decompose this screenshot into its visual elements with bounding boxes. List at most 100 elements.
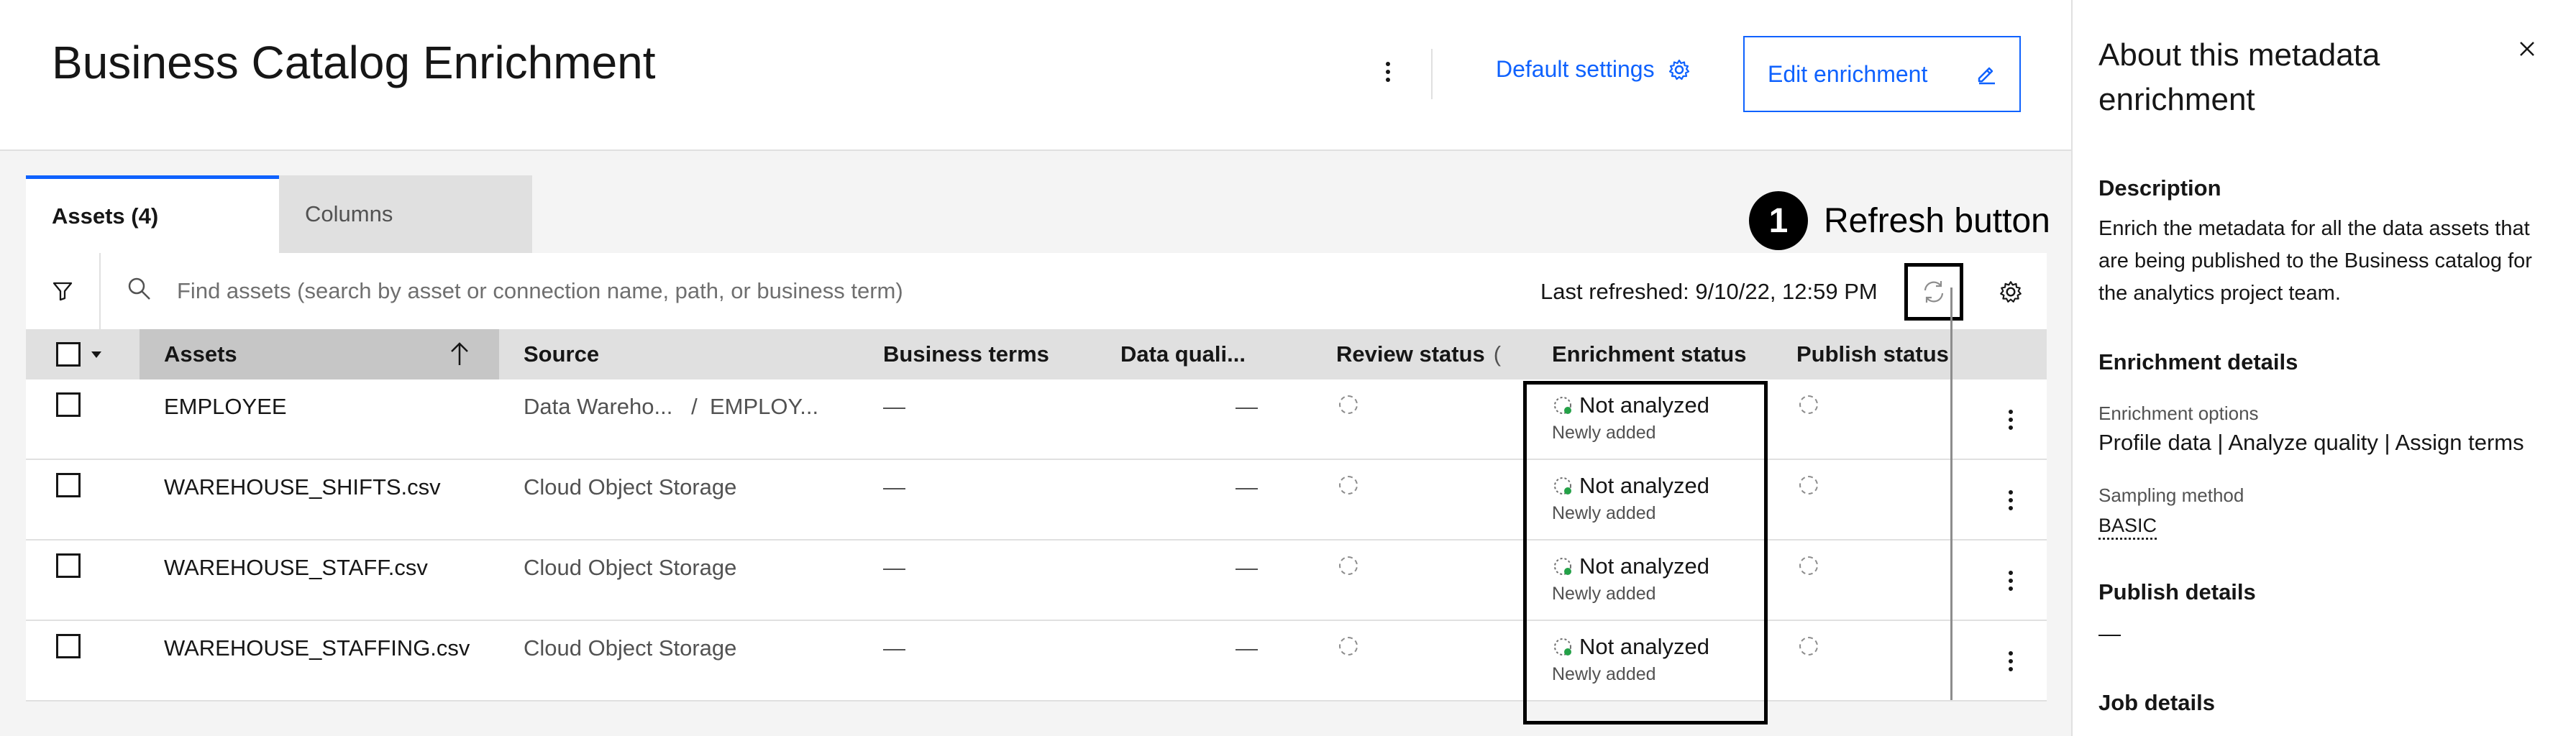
pending-icon — [1554, 397, 1571, 414]
column-header-assets-label: Assets — [164, 341, 237, 367]
enrichment-status: Not analyzed Newly added — [1552, 392, 1709, 443]
overflow-menu-icon — [2009, 410, 2013, 430]
data-quality-value: — — [1236, 394, 1258, 419]
last-refreshed-text: Last refreshed: 9/10/22, 12:59 PM — [1540, 279, 1878, 304]
column-header-source[interactable]: Source — [524, 329, 833, 380]
column-header-publish-status[interactable]: Publish status — [1796, 329, 1976, 380]
asset-source: Cloud Object Storage — [524, 555, 737, 580]
table-settings-button[interactable] — [1991, 272, 2031, 312]
enrichment-options-label: Enrichment options — [2098, 402, 2259, 424]
asset-source: Data Wareho... / EMPLOY... — [524, 394, 819, 419]
asset-source: Cloud Object Storage — [524, 474, 737, 500]
review-status-pending-icon — [1339, 476, 1358, 494]
table-scrollbar[interactable] — [1950, 288, 1952, 700]
row-checkbox[interactable] — [56, 553, 81, 578]
column-header-business-terms[interactable]: Business terms — [883, 329, 1106, 380]
panel-description: Enrich the metadata for all the data ass… — [2098, 217, 2532, 305]
row-overflow-button[interactable] — [1989, 479, 2032, 522]
column-header-data-quality[interactable]: Data quali... — [1120, 329, 1257, 380]
business-terms-value: — — [883, 474, 905, 500]
overflow-menu-icon — [2009, 490, 2013, 510]
enrichment-status-sub: Newly added — [1552, 664, 1656, 684]
assets-table: Assets Source Business terms Data quali.… — [26, 329, 2047, 702]
row-checkbox[interactable] — [56, 634, 81, 658]
enrichment-status: Not analyzed Newly added — [1552, 553, 1709, 604]
about-panel: About this metadata enrichment Descripti… — [2071, 0, 2576, 736]
pending-icon — [1554, 558, 1571, 575]
panel-publish-details-heading: Publish details — [2098, 579, 2256, 604]
row-overflow-button[interactable] — [1989, 398, 2032, 441]
enrichment-status-sub: Newly added — [1552, 584, 1656, 604]
asset-name[interactable]: WAREHOUSE_SHIFTS.csv — [164, 474, 441, 500]
asset-name[interactable]: WAREHOUSE_STAFFING.csv — [164, 635, 470, 661]
column-header-assets[interactable]: Assets — [140, 329, 499, 380]
select-all-checkbox[interactable] — [56, 342, 81, 367]
edit-enrichment-label: Edit enrichment — [1768, 60, 1928, 87]
edit-icon — [1978, 67, 1995, 85]
row-checkbox[interactable] — [56, 392, 81, 417]
table-header: Assets Source Business terms Data quali.… — [26, 329, 2047, 380]
panel-enrichment-details-heading: Enrichment details — [2098, 349, 2298, 374]
asset-name[interactable]: EMPLOYEE — [164, 394, 287, 420]
publish-status-pending-icon — [1799, 395, 1818, 414]
overflow-menu-icon — [2009, 571, 2013, 591]
filter-icon — [52, 282, 73, 301]
business-terms-value: — — [883, 394, 905, 419]
enrichment-status: Not analyzed Newly added — [1552, 473, 1709, 524]
table-row[interactable]: WAREHOUSE_SHIFTS.csv Cloud Object Storag… — [26, 460, 2047, 540]
sort-ascending-icon[interactable] — [449, 341, 470, 368]
pending-icon — [1554, 477, 1571, 494]
pending-icon — [1554, 638, 1571, 656]
default-settings-label: Default settings — [1496, 56, 1655, 82]
table-row[interactable]: WAREHOUSE_STAFF.csv Cloud Object Storage… — [26, 540, 2047, 621]
publish-status-pending-icon — [1799, 556, 1818, 575]
page-title: Business Catalog Enrichment — [52, 37, 656, 88]
asset-name[interactable]: WAREHOUSE_STAFF.csv — [164, 555, 428, 581]
row-checkbox[interactable] — [56, 473, 81, 497]
enrichment-status-sub: Newly added — [1552, 423, 1656, 443]
edit-enrichment-button[interactable]: Edit enrichment — [1743, 36, 2021, 112]
annotation-number: 1 — [1749, 191, 1808, 250]
refresh-button[interactable] — [1904, 263, 1963, 321]
header-divider — [1431, 49, 1433, 99]
column-header-review-status[interactable]: Review status ( — [1336, 329, 1545, 380]
refresh-icon — [1924, 281, 1944, 303]
refresh-annotation: 1 Refresh button — [1749, 191, 2050, 250]
tab-columns[interactable]: Columns — [279, 175, 532, 253]
close-icon — [2520, 42, 2534, 56]
panel-title: About this metadata enrichment — [2098, 37, 2380, 117]
enrichment-status-label: Not analyzed — [1579, 634, 1709, 659]
row-overflow-button[interactable] — [1989, 559, 2032, 602]
tab-assets[interactable]: Assets (4) — [26, 175, 279, 253]
panel-description-heading: Description — [2098, 175, 2221, 201]
table-row[interactable]: WAREHOUSE_STAFFING.csv Cloud Object Stor… — [26, 621, 2047, 702]
column-resize-indicator: ( — [1493, 341, 1502, 367]
asset-source: Cloud Object Storage — [524, 635, 737, 661]
header-overflow-button[interactable] — [1366, 50, 1410, 93]
row-overflow-button[interactable] — [1989, 640, 2032, 683]
publish-status-pending-icon — [1799, 476, 1818, 494]
page-header: Business Catalog Enrichment Default sett… — [0, 0, 2071, 151]
table-toolbar: Last refreshed: 9/10/22, 12:59 PM — [26, 253, 2047, 329]
table-row[interactable]: EMPLOYEE Data Wareho... / EMPLOY... — — … — [26, 380, 2047, 460]
default-settings-button[interactable]: Default settings — [1496, 56, 1691, 83]
panel-close-button[interactable] — [2513, 34, 2541, 63]
search-input[interactable] — [177, 267, 1256, 315]
publish-status-pending-icon — [1799, 637, 1818, 656]
review-status-pending-icon — [1339, 637, 1358, 656]
overflow-menu-icon — [2009, 651, 2013, 671]
column-header-enrichment-status[interactable]: Enrichment status — [1552, 329, 1789, 380]
review-status-pending-icon — [1339, 556, 1358, 575]
annotation-text: Refresh button — [1824, 201, 2050, 240]
enrichment-status-label: Not analyzed — [1579, 473, 1709, 498]
filter-button[interactable] — [26, 253, 101, 329]
data-quality-value: — — [1236, 474, 1258, 500]
data-quality-value: — — [1236, 635, 1258, 661]
chevron-down-icon[interactable] — [91, 349, 102, 359]
enrichment-options-value: Profile data | Analyze quality | Assign … — [2098, 430, 2524, 455]
sampling-method-value[interactable]: BASIC — [2098, 515, 2157, 537]
data-quality-value: — — [1236, 555, 1258, 580]
enrichment-status-label: Not analyzed — [1579, 553, 1709, 579]
search-icon — [128, 277, 150, 300]
review-status-pending-icon — [1339, 395, 1358, 414]
